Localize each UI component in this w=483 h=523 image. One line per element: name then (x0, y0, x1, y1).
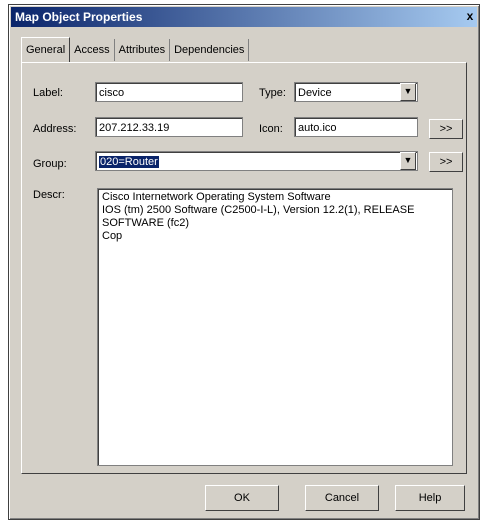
type-select[interactable]: Device ▼ (294, 82, 418, 102)
address-field[interactable]: 207.212.33.19 (95, 117, 243, 137)
group-browse-button[interactable]: >> (429, 152, 463, 172)
tab-attributes[interactable]: Attributes (115, 39, 171, 61)
cancel-button[interactable]: Cancel (305, 485, 379, 511)
label-field[interactable]: cisco (95, 82, 243, 102)
close-icon[interactable]: x (463, 9, 477, 23)
tab-access[interactable]: Access (70, 39, 115, 61)
group-caption: Group: (33, 158, 67, 170)
group-select[interactable]: 020=Router ▼ (95, 151, 418, 171)
icon-field[interactable]: auto.ico (294, 117, 418, 137)
description-textarea[interactable]: Cisco Internetwork Operating System Soft… (97, 188, 453, 466)
type-caption: Type: (259, 87, 286, 99)
chevron-down-icon[interactable]: ▼ (400, 83, 416, 101)
icon-browse-button[interactable]: >> (429, 119, 463, 139)
title-bar[interactable]: Map Object Properties x (11, 7, 477, 27)
map-object-properties-dialog: Map Object Properties x General Access A… (8, 4, 480, 520)
tab-general[interactable]: General (21, 37, 71, 62)
tab-dependencies[interactable]: Dependencies (170, 39, 250, 61)
descr-caption: Descr: (33, 189, 65, 201)
type-value: Device (298, 87, 332, 99)
ok-button[interactable]: OK (205, 485, 279, 511)
icon-caption: Icon: (259, 123, 283, 135)
group-value: 020=Router (99, 156, 159, 168)
tab-strip: General Access Attributes Dependencies (21, 37, 250, 63)
address-caption: Address: (33, 123, 77, 135)
chevron-down-icon[interactable]: ▼ (400, 152, 416, 170)
help-button[interactable]: Help (395, 485, 465, 511)
label-caption: Label: (33, 87, 63, 99)
window-title: Map Object Properties (15, 10, 143, 24)
